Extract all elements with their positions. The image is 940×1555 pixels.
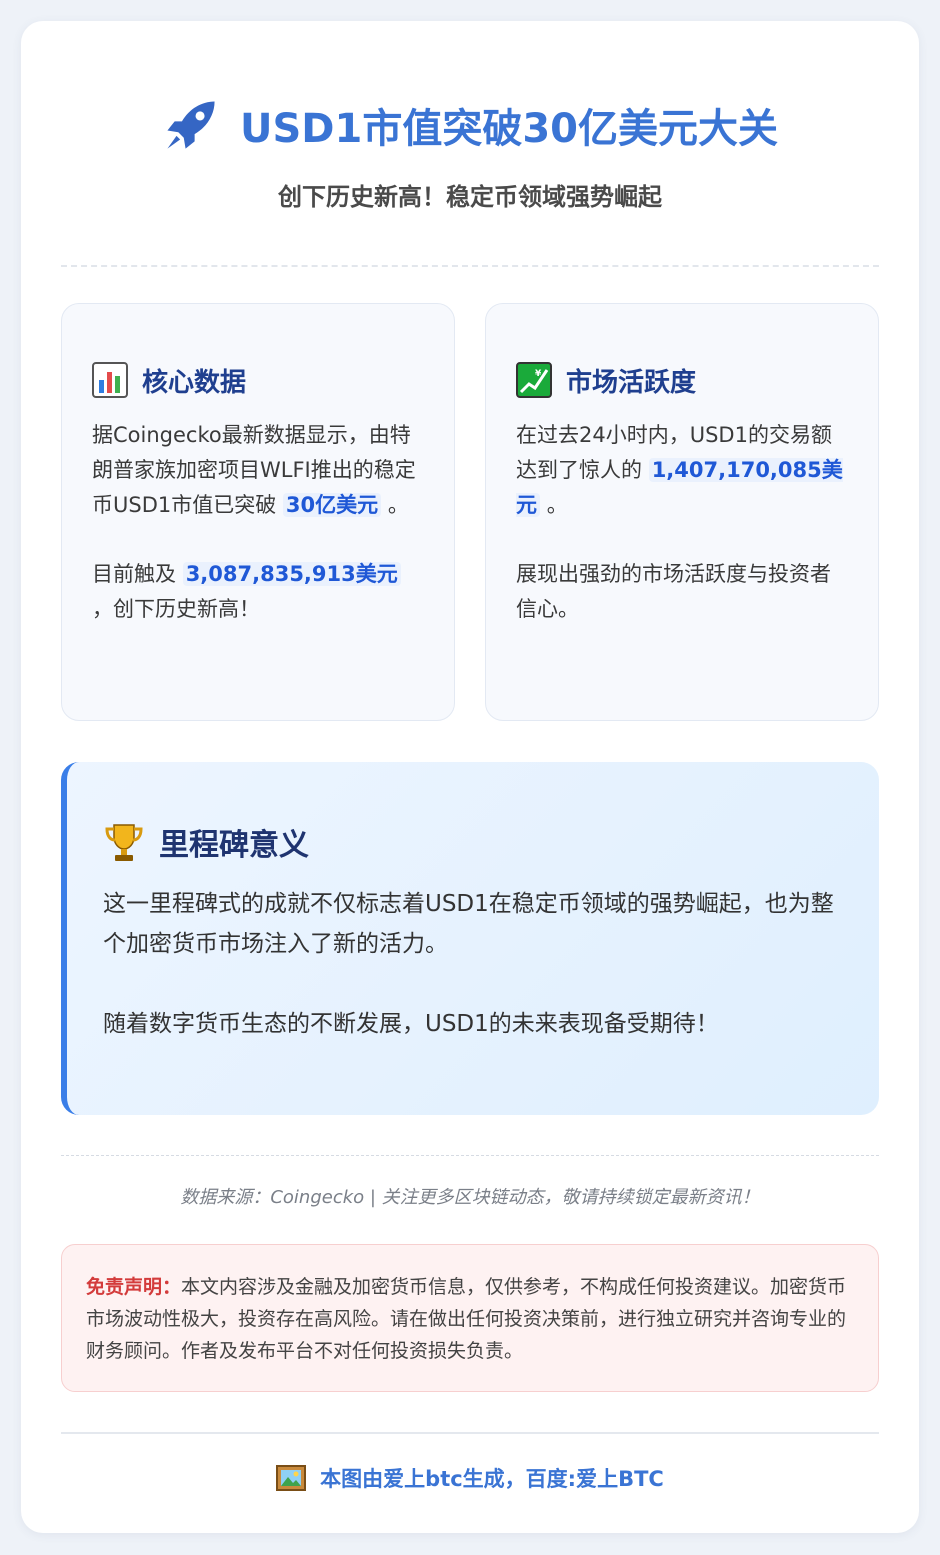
market-activity-paragraph-1: 在过去24小时内，USD1的交易额达到了惊人的 1,407,170,085美元 … [516, 418, 848, 523]
trend-up-chart-icon: ¥ [516, 362, 552, 398]
page-title: USD1市值突破30亿美元大关 [240, 106, 778, 152]
footer-divider [61, 1432, 879, 1434]
core-data-heading-text: 核心数据 [142, 367, 247, 398]
milestone-paragraph-1: 这一里程碑式的成就不仅标志着USD1在稳定币领域的强势崛起，也为整个加密货币市场… [103, 891, 834, 957]
market-activity-paragraph-2: 展现出强劲的市场活跃度与投资者信心。 [516, 562, 831, 621]
milestone-heading: 里程碑意义 [103, 820, 843, 864]
market-activity-box: ¥ 市场活跃度 在过去24小时内，USD1的交易额达到了惊人的 1,407,17… [485, 303, 879, 721]
page-subtitle: 创下历史新高！稳定币领域强势崛起 [278, 183, 662, 211]
milestone-text: 这一里程碑式的成就不仅标志着USD1在稳定币领域的强势崛起，也为整个加密货币市场… [103, 884, 843, 1044]
footer: 本图由爱上btc生成，百度:爱上BTC [21, 1461, 919, 1495]
core-data-text: 据Coingecko最新数据显示，由特朗普家族加密项目WLFI推出的稳定币USD… [92, 418, 424, 627]
footer-text: 本图由爱上btc生成，百度:爱上BTC [320, 1467, 664, 1491]
market-cap-value-highlight: 3,087,835,913美元 [182, 562, 401, 586]
market-activity-heading: ¥ 市场活跃度 [516, 360, 848, 400]
market-cap-highlight: 30亿美元 [282, 493, 382, 517]
framed-picture-icon [276, 1465, 307, 1491]
core-data-paragraph-2: 目前触及 3,087,835,913美元 ，创下历史新高！ [92, 557, 424, 627]
disclaimer-label: 免责声明： [86, 1276, 182, 1298]
source-divider [61, 1155, 879, 1156]
header-divider [61, 265, 879, 267]
core-data-p1-end: 。 [387, 493, 409, 517]
market-activity-heading-text: 市场活跃度 [566, 367, 697, 398]
data-source-note: 数据来源：Coingecko | 关注更多区块链动态，敬请持续锁定最新资讯！ [180, 1187, 760, 1208]
milestone-box: 里程碑意义 这一里程碑式的成就不仅标志着USD1在稳定币领域的强势崛起，也为整个… [61, 762, 879, 1115]
core-data-heading: 核心数据 [92, 360, 424, 400]
core-data-p2-text: 目前触及 [92, 562, 176, 586]
trophy-icon [103, 821, 145, 863]
bar-chart-icon [92, 362, 128, 398]
core-data-paragraph-1: 据Coingecko最新数据显示，由特朗普家族加密项目WLFI推出的稳定币USD… [92, 418, 424, 523]
milestone-heading-text: 里程碑意义 [159, 828, 309, 863]
title-row: USD1市值突破30亿美元大关 [21, 93, 919, 157]
disclaimer-box: 免责声明：本文内容涉及金融及加密货币信息，仅供参考，不构成任何投资建议。加密货币… [61, 1244, 879, 1392]
disclaimer-text: 本文内容涉及金融及加密货币信息，仅供参考，不构成任何投资建议。加密货币市场波动性… [86, 1276, 847, 1362]
rocket-icon [162, 96, 220, 154]
article-card: USD1市值突破30亿美元大关 创下历史新高！稳定币领域强势崛起 核心数据 据C… [21, 21, 919, 1533]
header: USD1市值突破30亿美元大关 创下历史新高！稳定币领域强势崛起 [21, 93, 919, 212]
svg-text:¥: ¥ [535, 369, 542, 379]
core-data-box: 核心数据 据Coingecko最新数据显示，由特朗普家族加密项目WLFI推出的稳… [61, 303, 455, 721]
core-data-p2-end: ，创下历史新高！ [92, 597, 260, 621]
milestone-paragraph-2: 随着数字货币生态的不断发展，USD1的未来表现备受期待！ [103, 1011, 719, 1037]
market-activity-p1-end: 。 [546, 493, 568, 517]
market-activity-text: 在过去24小时内，USD1的交易额达到了惊人的 1,407,170,085美元 … [516, 418, 848, 627]
